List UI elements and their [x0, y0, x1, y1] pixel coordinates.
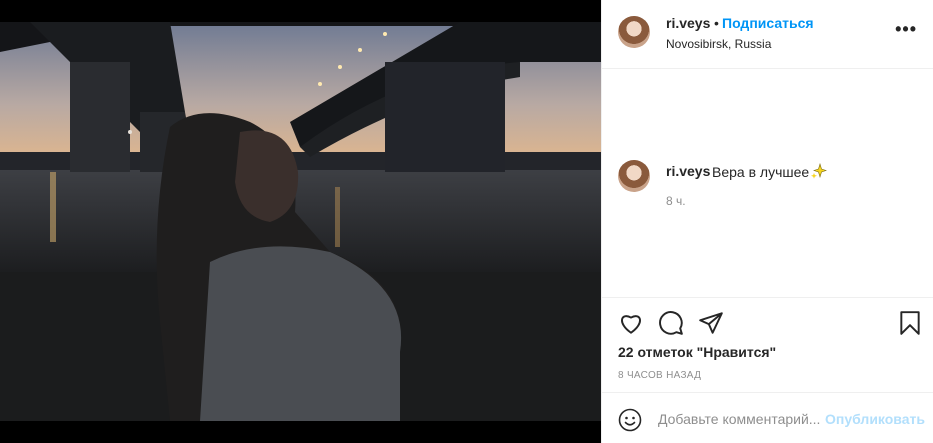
post-location[interactable]: Novosibirsk, Russia — [666, 37, 771, 51]
heart-icon[interactable] — [618, 310, 644, 336]
follow-button[interactable]: Подписаться — [722, 15, 814, 31]
bookmark-icon[interactable] — [897, 310, 923, 336]
author-avatar[interactable] — [618, 16, 650, 48]
share-icon[interactable] — [698, 310, 724, 336]
likes-count[interactable]: 22 отметок "Нравится" — [618, 344, 776, 360]
comments-section: ri.veys Вера в лучшее 8 ч. — [602, 69, 933, 298]
caption-time[interactable]: 8 ч. — [666, 194, 686, 208]
caption-author-avatar[interactable] — [618, 160, 650, 192]
sparkles-icon — [811, 162, 828, 182]
instagram-post: ri.veys • Подписаться Novosibirsk, Russi… — [0, 0, 933, 443]
action-bar — [602, 298, 933, 348]
post-photo[interactable] — [0, 22, 601, 421]
photo-area — [0, 0, 601, 443]
add-comment-form: Опубликовать — [602, 392, 933, 443]
publish-button[interactable]: Опубликовать — [825, 411, 925, 427]
caption-text: Вера в лучшее — [712, 162, 828, 182]
post-panel: ri.veys • Подписаться Novosibirsk, Russi… — [601, 0, 933, 443]
post-time-ago[interactable]: 8 ЧАСОВ НАЗАД — [618, 370, 701, 381]
author-username[interactable]: ri.veys — [666, 15, 710, 31]
post-header: ri.veys • Подписаться Novosibirsk, Russi… — [602, 0, 933, 69]
caption-username[interactable]: ri.veys — [666, 163, 710, 179]
caption-text-content: Вера в лучшее — [712, 164, 810, 180]
emoji-icon[interactable] — [618, 408, 642, 432]
comment-input[interactable] — [658, 408, 823, 430]
photo-illustration — [0, 22, 601, 421]
comment-icon[interactable] — [658, 310, 684, 336]
separator-dot: • — [714, 15, 719, 31]
more-horizontal-icon[interactable]: ••• — [895, 20, 917, 38]
